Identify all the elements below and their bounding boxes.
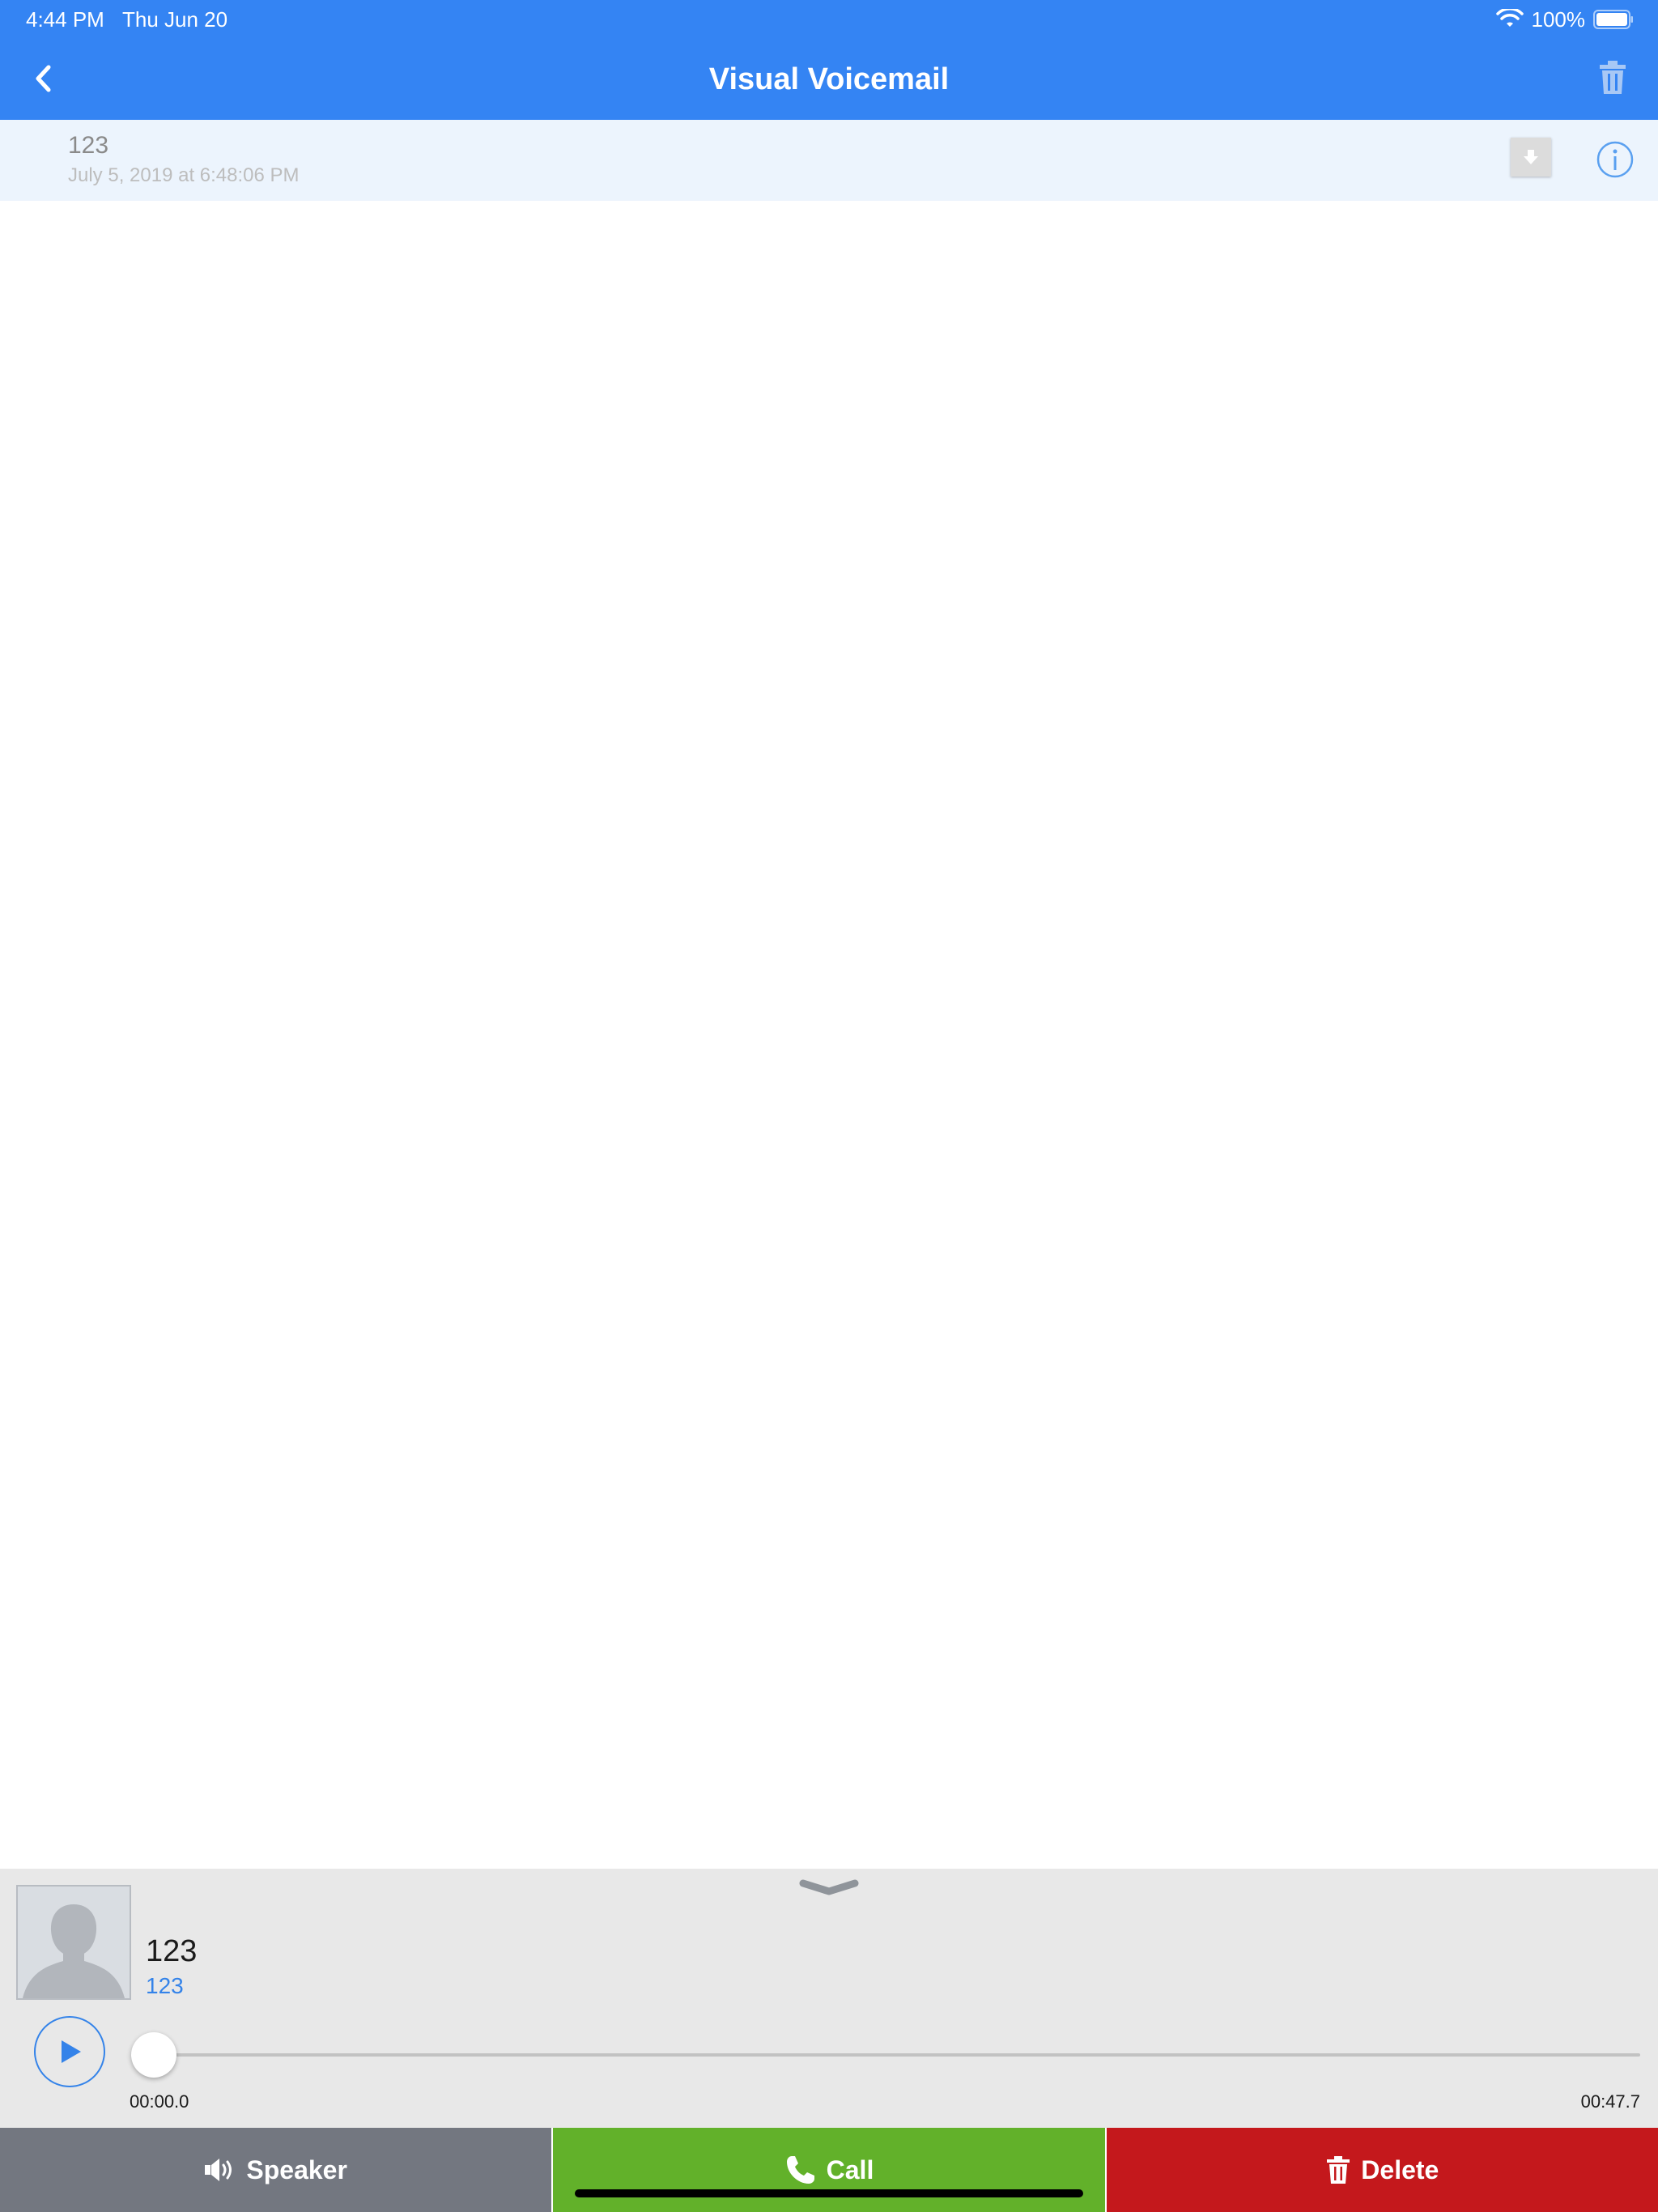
page-title: Visual Voicemail bbox=[708, 62, 950, 96]
wifi-icon bbox=[1495, 9, 1524, 27]
delete-button[interactable]: Delete bbox=[1106, 2128, 1658, 2212]
total-time: 00:47.7 bbox=[1580, 2091, 1640, 2112]
download-icon bbox=[1524, 150, 1538, 164]
current-time: 00:00.0 bbox=[130, 2091, 189, 2112]
avatar bbox=[16, 1885, 131, 2000]
info-icon[interactable] bbox=[1596, 141, 1634, 178]
play-icon bbox=[62, 2040, 81, 2063]
chevron-down-icon[interactable] bbox=[798, 1878, 860, 1896]
phone-icon bbox=[786, 2156, 814, 2184]
speaker-icon bbox=[205, 2159, 232, 2181]
seek-bar[interactable] bbox=[154, 2053, 1640, 2057]
caller-name: 123 bbox=[146, 1934, 198, 1968]
call-label: Call bbox=[826, 2155, 874, 2184]
home-indicator bbox=[575, 2189, 1083, 2197]
trash-icon[interactable] bbox=[1596, 60, 1629, 96]
voicemail-number: 123 bbox=[68, 132, 109, 159]
speaker-button[interactable]: Speaker bbox=[0, 2128, 554, 2212]
battery-percent: 100% bbox=[1531, 7, 1586, 32]
caller-number[interactable]: 123 bbox=[146, 1972, 184, 2000]
battery-icon bbox=[1593, 10, 1633, 29]
play-button[interactable] bbox=[34, 2016, 105, 2087]
download-button[interactable] bbox=[1511, 138, 1551, 177]
speaker-label: Speaker bbox=[246, 2155, 347, 2184]
voicemail-date: July 5, 2019 at 6:48:06 PM bbox=[68, 164, 300, 186]
call-button[interactable]: Call bbox=[553, 2128, 1107, 2212]
action-bar: Speaker Call Delete bbox=[0, 2128, 1658, 2212]
voicemail-player: 123 123 00:00.0 00:47.7 bbox=[0, 1869, 1658, 2128]
delete-label: Delete bbox=[1361, 2155, 1439, 2184]
header: 4:44 PM Thu Jun 20 100% Visual Voicemail bbox=[0, 0, 1658, 120]
status-indicators: 100% bbox=[1495, 6, 1635, 32]
voicemail-list-item[interactable]: 123 July 5, 2019 at 6:48:06 PM bbox=[0, 120, 1658, 201]
status-time: 4:44 PM bbox=[26, 7, 104, 32]
trash-icon bbox=[1327, 2156, 1350, 2184]
avatar-icon bbox=[23, 1904, 125, 1998]
seek-handle[interactable] bbox=[131, 2032, 176, 2078]
status-date: Thu Jun 20 bbox=[122, 7, 228, 32]
